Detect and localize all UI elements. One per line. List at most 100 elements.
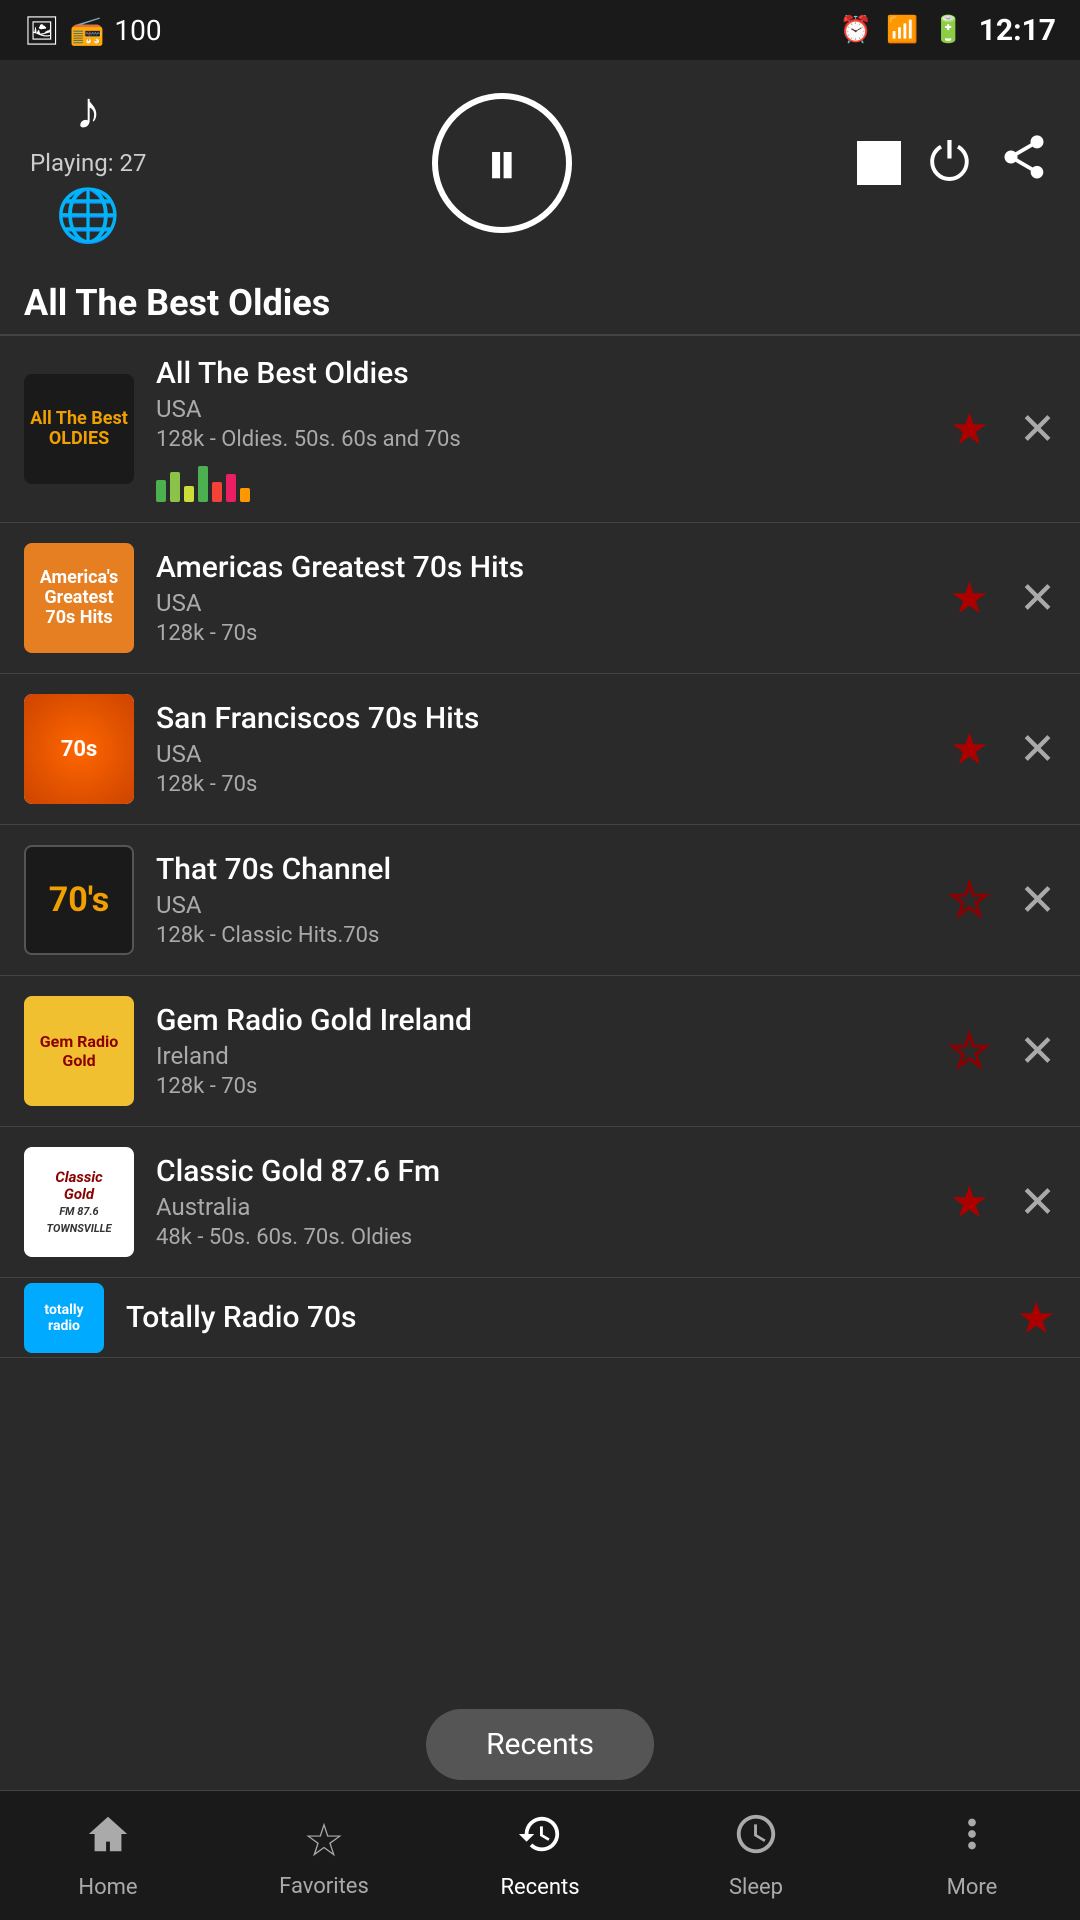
power-button[interactable]: ⏻ [929, 132, 970, 194]
station-name: San Franciscos 70s Hits [156, 701, 940, 736]
nav-item-more[interactable]: More [864, 1811, 1080, 1900]
radio-icon: 📻 [70, 14, 105, 47]
equalizer-bars [156, 462, 940, 502]
station-actions: ★ ✕ [950, 874, 1056, 926]
station-item[interactable]: 70's That 70s Channel USA 128k - Classic… [0, 825, 1080, 976]
station-logo: 70's [24, 845, 134, 955]
station-actions: ★ ✕ [950, 1176, 1056, 1228]
globe-icon[interactable]: 🌐 [56, 185, 121, 246]
favorite-button[interactable]: ★ [950, 1176, 989, 1228]
favorite-button[interactable]: ★ [950, 1025, 989, 1077]
station-bitrate: 48k - 50s. 60s. 70s. Oldies [156, 1225, 940, 1250]
pause-icon: ⏸ [486, 131, 518, 195]
station-item[interactable]: All The BestOLDIES All The Best Oldies U… [0, 336, 1080, 523]
station-actions: ★ ✕ [950, 572, 1056, 624]
wifi-icon: 📶 [886, 15, 918, 45]
station-country: Australia [156, 1193, 940, 1221]
remove-button[interactable]: ✕ [1019, 874, 1056, 926]
station-name: All The Best Oldies [156, 356, 940, 391]
favorite-button[interactable]: ★ [950, 572, 989, 624]
station-country: Ireland [156, 1042, 940, 1070]
station-info: All The Best Oldies USA 128k - Oldies. 5… [156, 356, 940, 502]
station-country: USA [156, 395, 940, 423]
station-actions: ★ [1017, 1292, 1056, 1344]
remove-button[interactable]: ✕ [1019, 723, 1056, 775]
station-logo: Gem Radio Gold [24, 996, 134, 1106]
playing-label: Playing: 27 [30, 149, 147, 177]
station-item[interactable]: 70s San Franciscos 70s Hits USA 128k - 7… [0, 674, 1080, 825]
home-icon [85, 1811, 131, 1869]
nav-item-recents[interactable]: Recents [432, 1811, 648, 1900]
status-right-icons: ⏰ 📶 🔋 12:17 [840, 13, 1056, 48]
recents-icon [517, 1811, 563, 1869]
station-name: Classic Gold 87.6 Fm [156, 1154, 940, 1189]
music-note-icon: ♪ [75, 80, 101, 141]
station-logo: All The BestOLDIES [24, 374, 134, 484]
battery-icon: 🔋 [932, 15, 964, 45]
station-info: That 70s Channel USA 128k - Classic Hits… [156, 852, 940, 948]
station-bitrate: 128k - 70s [156, 772, 940, 797]
status-left-icons: 🖼 📻 100 [24, 14, 162, 47]
sleep-icon [733, 1811, 779, 1869]
recents-tooltip: Recents [426, 1709, 654, 1780]
station-info: Totally Radio 70s [126, 1300, 1007, 1335]
favorite-button[interactable]: ★ [950, 403, 989, 455]
nav-label-more: More [947, 1875, 998, 1900]
station-item[interactable]: ClassicGoldFM 87.6TOWNSVILLE Classic Gol… [0, 1127, 1080, 1278]
station-country: USA [156, 740, 940, 768]
station-info: Gem Radio Gold Ireland Ireland 128k - 70… [156, 1003, 940, 1099]
status-time: 12:17 [979, 13, 1056, 48]
nav-label-sleep: Sleep [729, 1875, 783, 1900]
share-button[interactable] [998, 131, 1050, 196]
nav-item-sleep[interactable]: Sleep [648, 1811, 864, 1900]
station-actions: ★ ✕ [950, 1025, 1056, 1077]
station-name: That 70s Channel [156, 852, 940, 887]
remove-button[interactable]: ✕ [1019, 403, 1056, 455]
station-logo: 70s [24, 694, 134, 804]
station-name: Gem Radio Gold Ireland [156, 1003, 940, 1038]
station-item[interactable]: America's Greatest70s Hits Americas Grea… [0, 523, 1080, 674]
station-actions: ★ ✕ [950, 723, 1056, 775]
favorite-button[interactable]: ★ [1017, 1292, 1056, 1344]
station-info: Classic Gold 87.6 Fm Australia 48k - 50s… [156, 1154, 940, 1250]
now-playing-title: All The Best Oldies [24, 282, 330, 324]
station-bitrate: 128k - 70s [156, 1074, 940, 1099]
status-bar: 🖼 📻 100 ⏰ 📶 🔋 12:17 [0, 0, 1080, 60]
alarm-icon: ⏰ [840, 15, 872, 45]
station-logo: totallyradio [24, 1283, 104, 1353]
more-icon [949, 1811, 995, 1869]
bottom-nav: Home ☆ Favorites Recents Sleep More [0, 1790, 1080, 1920]
station-country: USA [156, 891, 940, 919]
signal-number: 100 [114, 14, 161, 47]
nav-item-home[interactable]: Home [0, 1811, 216, 1900]
station-actions: ★ ✕ [950, 403, 1056, 455]
player-header: ♪ Playing: 27 🌐 ⏸ ⏻ [0, 60, 1080, 266]
remove-button[interactable]: ✕ [1019, 1176, 1056, 1228]
station-info: San Franciscos 70s Hits USA 128k - 70s [156, 701, 940, 797]
favorite-button[interactable]: ★ [950, 723, 989, 775]
now-playing-section: All The Best Oldies [0, 266, 1080, 334]
station-list: All The BestOLDIES All The Best Oldies U… [0, 336, 1080, 1358]
favorites-icon: ☆ [303, 1813, 344, 1868]
station-bitrate: 128k - 70s [156, 621, 940, 646]
nav-item-favorites[interactable]: ☆ Favorites [216, 1813, 432, 1899]
station-name: Americas Greatest 70s Hits [156, 550, 940, 585]
station-country: USA [156, 589, 940, 617]
station-info: Americas Greatest 70s Hits USA 128k - 70… [156, 550, 940, 646]
remove-button[interactable]: ✕ [1019, 1025, 1056, 1077]
nav-label-home: Home [78, 1875, 137, 1900]
pause-button[interactable]: ⏸ [432, 93, 572, 233]
station-item[interactable]: totallyradio Totally Radio 70s ★ [0, 1278, 1080, 1358]
stop-button[interactable] [857, 141, 901, 185]
station-bitrate: 128k - Classic Hits.70s [156, 923, 940, 948]
station-item[interactable]: Gem Radio Gold Gem Radio Gold Ireland Ir… [0, 976, 1080, 1127]
station-bitrate: 128k - Oldies. 50s. 60s and 70s [156, 427, 940, 452]
station-logo: America's Greatest70s Hits [24, 543, 134, 653]
favorite-button[interactable]: ★ [950, 874, 989, 926]
station-logo: ClassicGoldFM 87.6TOWNSVILLE [24, 1147, 134, 1257]
photo-icon: 🖼 [24, 14, 60, 47]
station-name: Totally Radio 70s [126, 1300, 1007, 1335]
remove-button[interactable]: ✕ [1019, 572, 1056, 624]
nav-label-favorites: Favorites [279, 1874, 369, 1899]
nav-label-recents: Recents [500, 1875, 579, 1900]
